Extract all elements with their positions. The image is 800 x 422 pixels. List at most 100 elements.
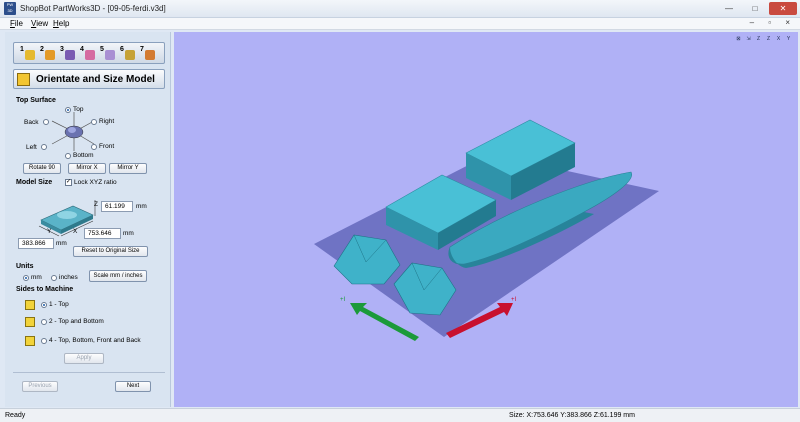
view-x-icon[interactable]: X: [774, 35, 783, 44]
radio-left-label: Left: [26, 144, 37, 151]
y-unit-label: mm: [56, 240, 67, 247]
section-header: Orientate and Size Model: [13, 69, 165, 89]
wizard-step-icon: [25, 50, 35, 60]
sides-2-label: 2 - Top and Bottom: [49, 318, 104, 325]
units-inches-label: inches: [59, 274, 78, 281]
wizard-step-1-button[interactable]: 1: [20, 46, 36, 62]
radio-back[interactable]: [43, 119, 49, 125]
wizard-step-icon: [85, 50, 95, 60]
menu-file[interactable]: File: [10, 19, 23, 28]
left-panel: 1 2 3 4 5 6 7 Orientate and Size Model Top Sur…: [5, 32, 171, 407]
lock-xyz-label: Lock XYZ ratio: [74, 179, 117, 186]
wizard-step-2-button[interactable]: 2: [40, 46, 56, 62]
view-fit-icon[interactable]: ⇲: [744, 35, 753, 44]
four-side-cube-icon: [25, 336, 35, 346]
wizard-step-bar: 1 2 3 4 5 6 7: [13, 42, 165, 64]
apply-button[interactable]: Apply: [64, 353, 104, 364]
model-size-label: Model Size: [16, 179, 53, 186]
menu-view[interactable]: View: [31, 19, 48, 28]
section-title: Orientate and Size Model: [36, 74, 155, 85]
radio-bottom-label: Bottom: [73, 152, 94, 159]
cube-icon: [17, 73, 30, 86]
radio-left[interactable]: [41, 144, 47, 150]
mirror-y-button[interactable]: Mirror Y: [109, 163, 147, 174]
radio-sides-2[interactable]: [41, 319, 47, 325]
radio-right-label: Right: [99, 118, 115, 125]
view-bottom-icon[interactable]: Z: [764, 35, 773, 44]
y-axis-label: +I: [340, 297, 346, 303]
window-title: ShopBot PartWorks3D - [09-05-ferdi.v3d]: [20, 4, 166, 13]
wizard-step-number: 2: [40, 46, 44, 53]
units-mm-label: mm: [31, 274, 42, 281]
view-iso-icon[interactable]: ⊠: [734, 35, 743, 44]
wizard-step-icon: [125, 50, 135, 60]
minimize-button[interactable]: —: [717, 2, 741, 15]
two-side-cube-icon: [25, 317, 35, 327]
panel-divider: [13, 372, 165, 373]
view-y-icon[interactable]: Y: [784, 35, 793, 44]
x-size-input[interactable]: [84, 228, 121, 239]
wizard-step-number: 5: [100, 46, 104, 53]
wizard-step-icon: [65, 50, 75, 60]
sides-4-label: 4 - Top, Bottom, Front and Back: [49, 337, 141, 344]
next-button[interactable]: Next: [115, 381, 151, 392]
mdi-window-controls[interactable]: – ▫ ×: [750, 18, 796, 27]
wizard-step-number: 3: [60, 46, 64, 53]
view-toolbar: ⊠ ⇲ Z Z X Y: [734, 35, 794, 45]
axis-y-label: Y: [47, 228, 52, 235]
x-unit-label: mm: [123, 230, 134, 237]
status-text: Ready: [5, 412, 26, 419]
one-side-cube-icon: [25, 300, 35, 310]
3d-viewport[interactable]: +I +I ⊠ ⇲ Z Z X Y: [174, 32, 798, 407]
title-bar: PW 3D ShopBot PartWorks3D - [09-05-ferdi…: [0, 0, 800, 18]
maximize-button[interactable]: □: [743, 2, 767, 15]
wizard-step-7-button[interactable]: 7: [140, 46, 156, 62]
reset-size-button[interactable]: Reset to Original Size: [73, 246, 148, 257]
radio-front[interactable]: [91, 144, 97, 150]
menu-bar: File View Help – ▫ ×: [0, 18, 800, 30]
radio-front-label: Front: [99, 143, 115, 150]
wizard-step-number: 4: [80, 46, 84, 53]
z-size-input[interactable]: [101, 201, 133, 212]
wizard-step-5-button[interactable]: 5: [100, 46, 116, 62]
3d-scene: [314, 119, 659, 341]
radio-right[interactable]: [91, 119, 97, 125]
wizard-step-icon: [145, 50, 155, 60]
z-unit-label: mm: [136, 203, 147, 210]
units-label: Units: [16, 263, 34, 270]
y-size-input[interactable]: [18, 238, 54, 249]
wizard-step-4-button[interactable]: 4: [80, 46, 96, 62]
radio-back-label: Back: [24, 119, 39, 126]
sides-1-label: 1 - Top: [49, 301, 69, 308]
wizard-step-6-button[interactable]: 6: [120, 46, 136, 62]
view-top-icon[interactable]: Z: [754, 35, 763, 44]
wizard-step-3-button[interactable]: 3: [60, 46, 76, 62]
status-size: Size: X:753.646 Y:383.866 Z:61.199 mm: [509, 412, 635, 419]
sides-label: Sides to Machine: [16, 286, 74, 293]
status-bar: Ready Size: X:753.646 Y:383.866 Z:61.199…: [0, 408, 800, 422]
previous-button[interactable]: Previous: [22, 381, 58, 392]
radio-units-inches[interactable]: [51, 275, 57, 281]
wizard-step-number: 6: [120, 46, 124, 53]
radio-sides-4[interactable]: [41, 338, 47, 344]
wizard-step-icon: [105, 50, 115, 60]
radio-top[interactable]: [65, 107, 71, 113]
radio-units-mm[interactable]: [23, 275, 29, 281]
scale-units-button[interactable]: Scale mm / inches: [89, 270, 147, 282]
radio-bottom[interactable]: [65, 153, 71, 159]
close-button[interactable]: ✕: [769, 2, 797, 15]
wizard-step-icon: [45, 50, 55, 60]
radio-top-label: Top: [73, 106, 84, 113]
axis-x-label: X: [73, 228, 78, 235]
menu-help[interactable]: Help: [53, 19, 69, 28]
app-icon: PW 3D: [4, 2, 16, 15]
wizard-step-number: 1: [20, 46, 24, 53]
mirror-x-button[interactable]: Mirror X: [68, 163, 106, 174]
x-axis-label: +I: [511, 297, 517, 303]
radio-sides-1[interactable]: [41, 302, 47, 308]
axis-z-label: Z: [94, 201, 98, 208]
wizard-step-number: 7: [140, 46, 144, 53]
lock-xyz-checkbox[interactable]: ✓: [65, 179, 72, 186]
rotate-90-button[interactable]: Rotate 90: [23, 163, 61, 174]
top-surface-label: Top Surface: [16, 97, 56, 104]
